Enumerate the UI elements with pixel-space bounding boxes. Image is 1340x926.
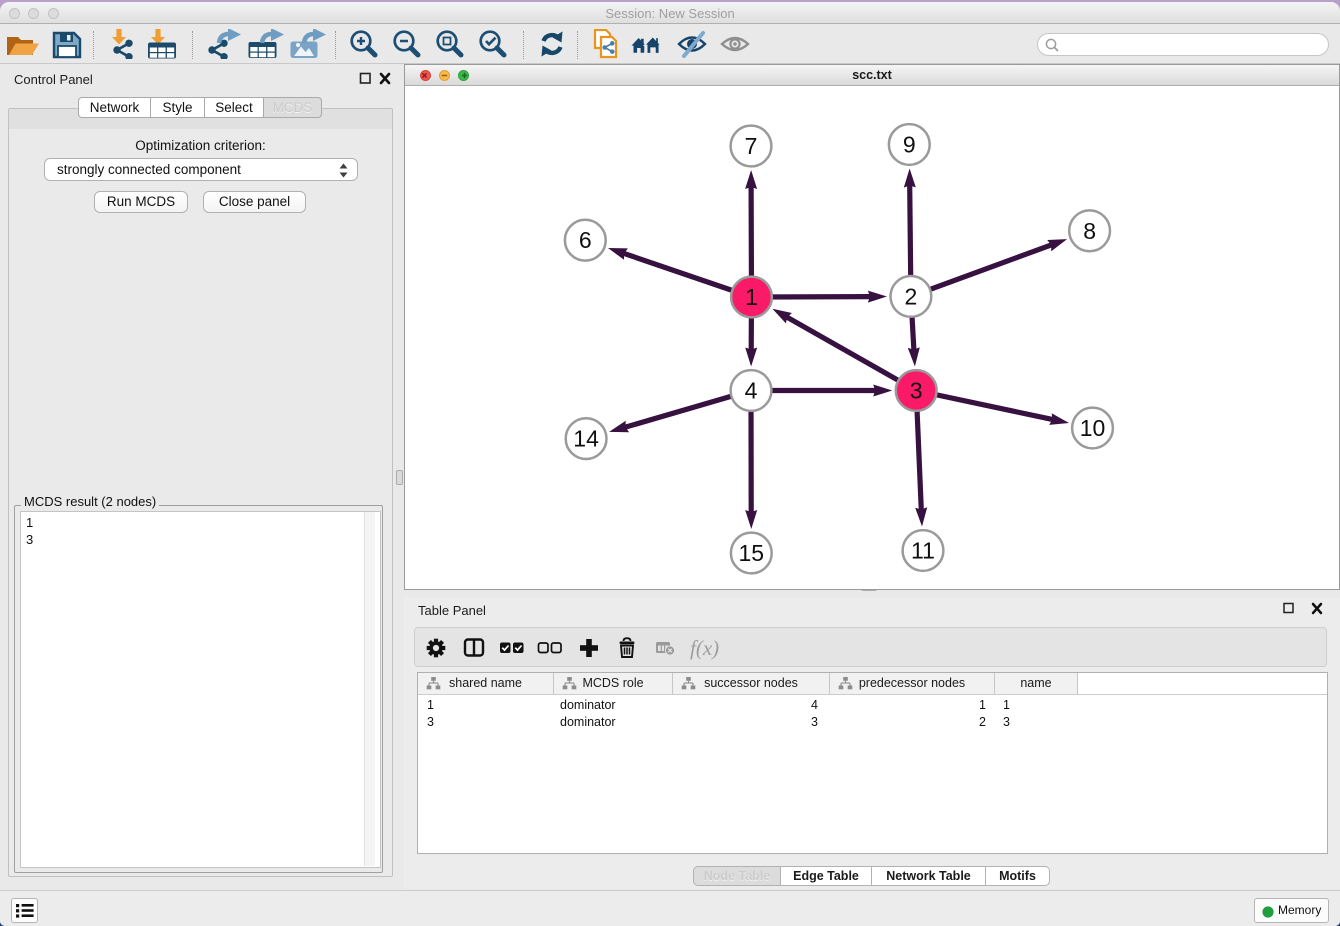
svg-text:1: 1: [745, 284, 758, 310]
svg-text:2: 2: [905, 283, 918, 309]
svg-text:11: 11: [911, 538, 935, 564]
svg-text:4: 4: [745, 378, 758, 404]
svg-text:6: 6: [579, 227, 592, 253]
svg-text:f(x): f(x): [690, 636, 719, 660]
svg-text:14: 14: [573, 426, 599, 452]
svg-text:3: 3: [910, 378, 923, 404]
svg-text:9: 9: [903, 132, 916, 158]
svg-text:8: 8: [1083, 218, 1096, 244]
svg-text:10: 10: [1080, 415, 1106, 441]
svg-text:15: 15: [739, 540, 765, 566]
svg-text:7: 7: [745, 133, 758, 159]
